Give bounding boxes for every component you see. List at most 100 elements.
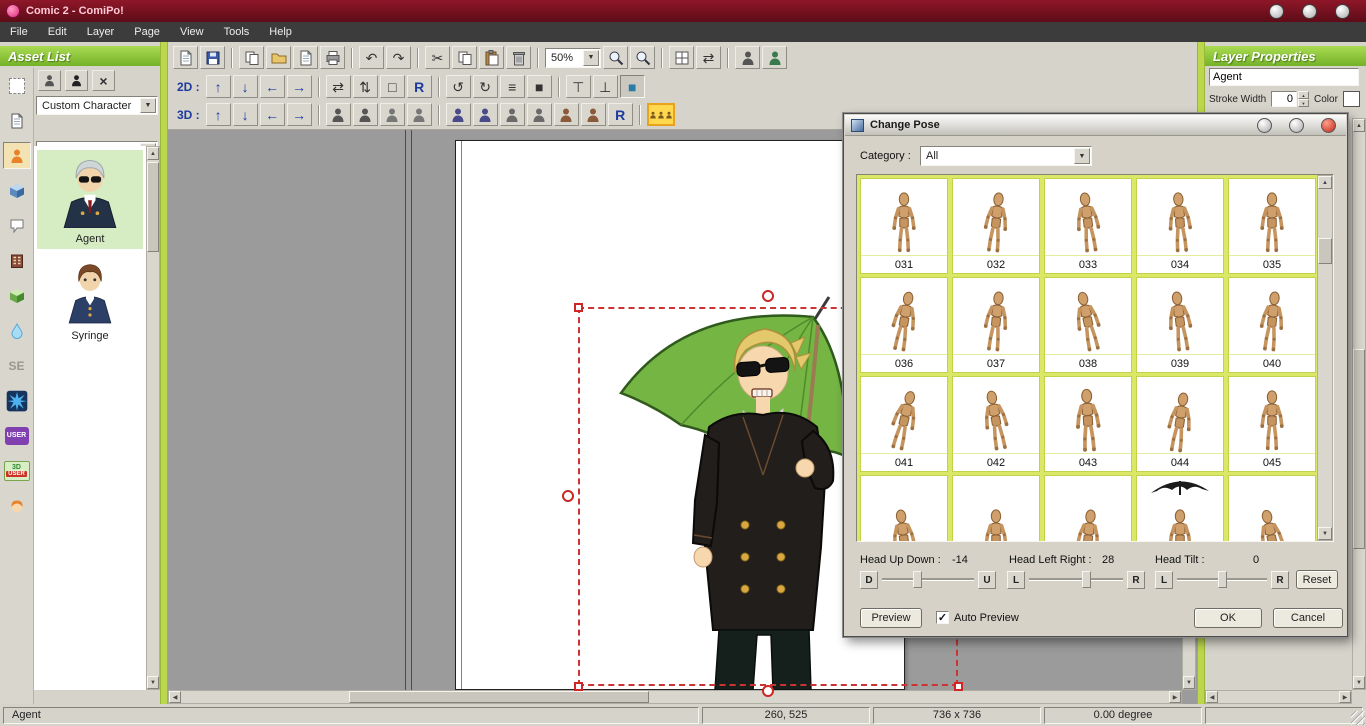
save-button[interactable] [200, 46, 225, 69]
zoom-out-button[interactable] [630, 46, 655, 69]
zoom-dropdown-arrow-icon[interactable]: ▼ [583, 50, 599, 66]
user-2d-asset-icon[interactable]: USER [3, 422, 31, 449]
scroll-left-icon[interactable]: ◀ [1206, 691, 1218, 703]
scroll-right-icon[interactable]: ▶ [1169, 691, 1181, 703]
move-3d-up-button[interactable]: ↑ [206, 103, 231, 126]
pose-item-040[interactable]: 040 [1228, 277, 1316, 373]
pose-item-039[interactable]: 039 [1136, 277, 1224, 373]
head-left-right-slider-thumb[interactable] [1082, 571, 1091, 588]
user-3d-asset-icon[interactable]: 3D USER [3, 457, 31, 484]
head-down-button[interactable]: D [860, 571, 878, 589]
rotate-body-right-button[interactable] [353, 103, 378, 126]
flip-vertical-button[interactable]: ⇅ [353, 75, 378, 98]
head-up-button[interactable]: U [978, 571, 996, 589]
page-asset-icon[interactable] [3, 107, 31, 134]
panel-horizontal-scrollbar[interactable]: ◀ ▶ [1205, 690, 1352, 704]
menu-layer[interactable]: Layer [77, 22, 125, 42]
canvas-horizontal-scrollbar[interactable]: ◀ ▶ [168, 690, 1182, 704]
delete-button[interactable] [506, 46, 531, 69]
pose-item[interactable] [860, 475, 948, 542]
dialog-minimize-button[interactable] [1257, 118, 1272, 133]
window-titlebar[interactable]: Comic 2 - ComiPo! [0, 0, 1366, 22]
pose-item-033[interactable]: 033 [1044, 178, 1132, 274]
spinner-down-icon[interactable]: ▼ [1298, 99, 1309, 107]
character-tool-button[interactable] [735, 46, 760, 69]
pose-all-button[interactable] [581, 103, 606, 126]
head-left-button[interactable]: L [1007, 571, 1025, 589]
pose-grid-scrollbar[interactable]: ▲ ▼ [1317, 175, 1333, 541]
pose-item-036[interactable]: 036 [860, 277, 948, 373]
balloon-asset-icon[interactable] [3, 212, 31, 239]
menu-edit[interactable]: Edit [38, 22, 77, 42]
scroll-left-icon[interactable]: ◀ [169, 691, 181, 703]
pose-item-045[interactable]: 045 [1228, 376, 1316, 472]
move-3d-right-button[interactable]: → [287, 103, 312, 126]
pose-legs-button[interactable] [500, 103, 525, 126]
edit-character-button[interactable] [65, 70, 88, 91]
pose-grid[interactable]: 031 032 033 034 035 036 037 038 039 040 … [856, 174, 1334, 542]
reset-button[interactable]: Reset [1296, 570, 1338, 589]
menu-file[interactable]: File [0, 22, 38, 42]
rotate-ccw-button[interactable]: ↺ [446, 75, 471, 98]
scroll-up-icon[interactable]: ▲ [1318, 176, 1332, 189]
nudge-down-button[interactable]: ↓ [233, 75, 258, 98]
scrollbar-thumb[interactable] [147, 162, 159, 252]
delete-character-button[interactable]: × [92, 70, 115, 91]
pose-item-035[interactable]: 035 [1228, 178, 1316, 274]
pose-item-031[interactable]: 031 [860, 178, 948, 274]
new-page-button[interactable] [173, 46, 198, 69]
sound-effect-asset-icon[interactable]: SE [3, 352, 31, 379]
add-character-button[interactable] [38, 70, 61, 91]
menu-tools[interactable]: Tools [214, 22, 260, 42]
pose-item-umbrella[interactable] [1136, 475, 1224, 542]
pose-item-041[interactable]: 041 [860, 376, 948, 472]
fit-width-button[interactable]: ⇄ [696, 46, 721, 69]
view-3d-button[interactable] [762, 46, 787, 69]
flip-horizontal-button[interactable]: ⇄ [326, 75, 351, 98]
pose-item-032[interactable]: 032 [952, 178, 1040, 274]
rotate-reset-2d-button[interactable]: R [407, 75, 432, 98]
pose-category-arrow-icon[interactable]: ▼ [1074, 148, 1090, 164]
auto-preview-checkbox[interactable]: ✓ [936, 611, 949, 624]
change-pose-dialog[interactable]: Change Pose Category : All ▼ 031 032 033… [843, 113, 1348, 637]
dialog-titlebar[interactable]: Change Pose [845, 115, 1346, 136]
pose-item[interactable] [1228, 475, 1316, 542]
scrollbar-thumb[interactable] [1353, 349, 1365, 549]
redo-button[interactable]: ↷ [386, 46, 411, 69]
paste-button[interactable] [479, 46, 504, 69]
minimize-button[interactable] [1269, 4, 1284, 19]
head-tilt-left-button[interactable]: L [1155, 571, 1173, 589]
menu-page[interactable]: Page [124, 22, 170, 42]
flash-effect-asset-icon[interactable] [3, 387, 31, 414]
zoom-in-button[interactable] [603, 46, 628, 69]
layer-name-input[interactable] [1209, 68, 1359, 86]
scroll-down-icon[interactable]: ▼ [1183, 676, 1195, 689]
selection-handle-bottom-left[interactable] [574, 682, 583, 691]
menu-view[interactable]: View [170, 22, 214, 42]
head-tilt-right-button[interactable]: R [1271, 571, 1289, 589]
selection-handle-bottom[interactable] [762, 685, 774, 697]
send-to-back-button[interactable]: ⊥ [593, 75, 618, 98]
export-page-button[interactable] [266, 46, 291, 69]
stroke-width-spinner[interactable]: ▲ ▼ [1298, 91, 1309, 107]
selection-handle-bottom-right[interactable] [954, 682, 963, 691]
pose-item[interactable] [1044, 475, 1132, 542]
menu-help[interactable]: Help [259, 22, 302, 42]
left-splitter[interactable] [160, 42, 168, 704]
resize-grip[interactable] [1351, 711, 1365, 725]
change-pose-button[interactable] [647, 103, 675, 126]
face-asset-icon[interactable] [3, 492, 31, 519]
undo-button[interactable]: ↶ [359, 46, 384, 69]
character-asset-icon[interactable] [3, 142, 31, 169]
dialog-close-button[interactable] [1321, 118, 1336, 133]
cancel-button[interactable]: Cancel [1273, 608, 1343, 628]
scrollbar-thumb[interactable] [349, 691, 649, 703]
import-page-button[interactable] [239, 46, 264, 69]
pose-category-select[interactable]: All ▼ [920, 146, 1092, 166]
bring-to-front-button[interactable]: ⊤ [566, 75, 591, 98]
rotate-reset-3d-button[interactable]: R [608, 103, 633, 126]
selection-rotate-handle-top[interactable] [762, 290, 774, 302]
maximize-button[interactable] [1302, 4, 1317, 19]
effect-asset-icon[interactable] [3, 317, 31, 344]
head-up-down-slider[interactable] [882, 578, 974, 581]
